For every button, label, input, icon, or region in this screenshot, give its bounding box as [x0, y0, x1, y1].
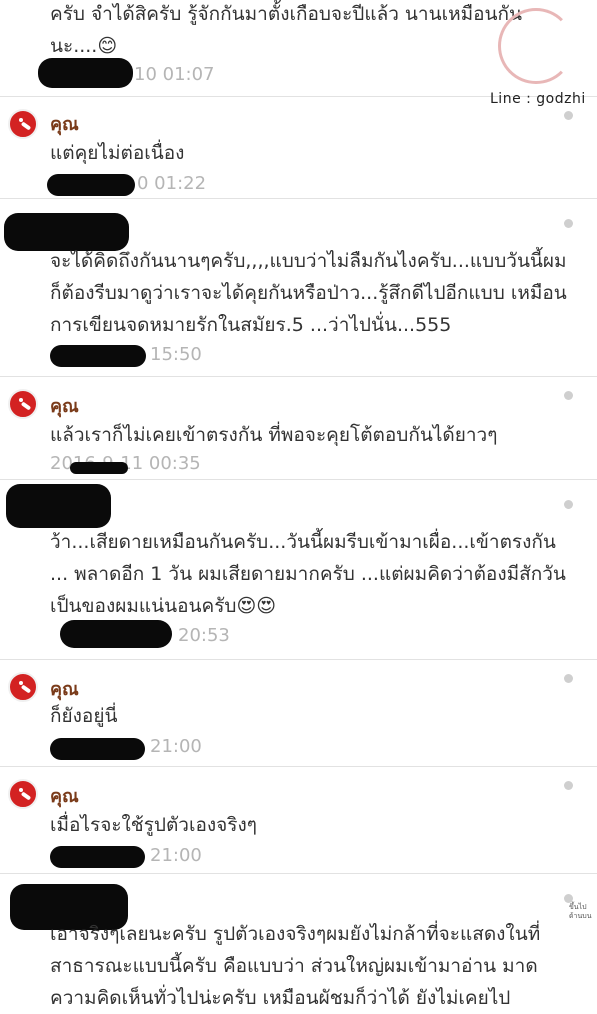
message-text: เอาจริงๆเลยนะครับ รูปตัวเองจริงๆผมยังไม่…: [50, 923, 541, 1009]
message-item: คุณ แล้วเราก็ไม่เคยเข้าตรงกัน ที่พอจะคุย…: [0, 377, 597, 480]
watermark-label: Line : godzhi: [490, 91, 586, 107]
watermark-circle-icon: [498, 8, 574, 84]
user-avatar[interactable]: [8, 389, 38, 419]
message-item: ว้า...เสียดายเหมือนกันครับ...วันนี้ผมรีบ…: [0, 480, 597, 660]
watermark-logo: Line : godzhi: [488, 8, 592, 114]
message-text: ว้า...เสียดายเหมือนกันครับ...วันนี้ผมรีบ…: [50, 531, 566, 617]
user-avatar[interactable]: [8, 672, 38, 702]
message-timestamp: 20:53: [178, 625, 230, 646]
redaction-mark: [50, 345, 146, 367]
message-item: จะได้คิดถึงกันนานๆครับ,,,,แบบว่าไม่ลืมกั…: [0, 199, 597, 377]
redaction-mark: [60, 620, 172, 648]
message-text: แล้วเราก็ไม่เคยเข้าตรงกัน ที่พอจะคุยโต้ต…: [50, 424, 498, 446]
message-text: ครับ จำได้สิครับ รู้จักกันมาตั้งเกือบจะป…: [50, 3, 523, 57]
message-text: แต่คุยไม่ต่อเนื่อง: [50, 142, 185, 164]
message-text: เมื่อไรจะใช้รูปตัวเองจริงๆ: [50, 814, 257, 836]
message-timestamp: 21:00: [150, 845, 202, 866]
redaction-mark: [6, 484, 111, 528]
redaction-mark: [47, 174, 135, 196]
message-item: คุณ เมื่อไรจะใช้รูปตัวเองจริงๆ 21:00: [0, 767, 597, 874]
message-item: เอาจริงๆเลยนะครับ รูปตัวเองจริงๆผมยังไม่…: [0, 874, 597, 1009]
sender-name[interactable]: คุณ: [50, 674, 79, 703]
options-dot-icon[interactable]: [564, 500, 573, 509]
options-dot-icon[interactable]: [564, 781, 573, 790]
options-dot-icon[interactable]: [564, 894, 573, 903]
message-item: คุณ ก็ยังอยู่นี่ 21:00: [0, 660, 597, 767]
message-timestamp: 0 01:22: [137, 173, 207, 194]
message-text: ก็ยังอยู่นี่: [50, 705, 118, 727]
message-timestamp: 21:00: [150, 736, 202, 757]
user-avatar[interactable]: [8, 779, 38, 809]
user-avatar[interactable]: [8, 109, 38, 139]
redaction-mark: [50, 738, 145, 760]
redaction-mark: [38, 58, 133, 88]
message-timestamp: 10 01:07: [134, 64, 215, 85]
sender-name[interactable]: คุณ: [50, 109, 79, 138]
scroll-to-top-link[interactable]: ขึ้นไป ด้านบน: [569, 903, 597, 921]
options-dot-icon[interactable]: [564, 674, 573, 683]
redaction-mark: [70, 462, 128, 474]
message-text: จะได้คิดถึงกันนานๆครับ,,,,แบบว่าไม่ลืมกั…: [50, 250, 567, 336]
message-timestamp: 15:50: [150, 344, 202, 365]
sender-name[interactable]: คุณ: [50, 781, 79, 810]
options-dot-icon[interactable]: [564, 391, 573, 400]
sender-name[interactable]: คุณ: [50, 391, 79, 420]
options-dot-icon[interactable]: [564, 219, 573, 228]
redaction-mark: [50, 846, 145, 868]
